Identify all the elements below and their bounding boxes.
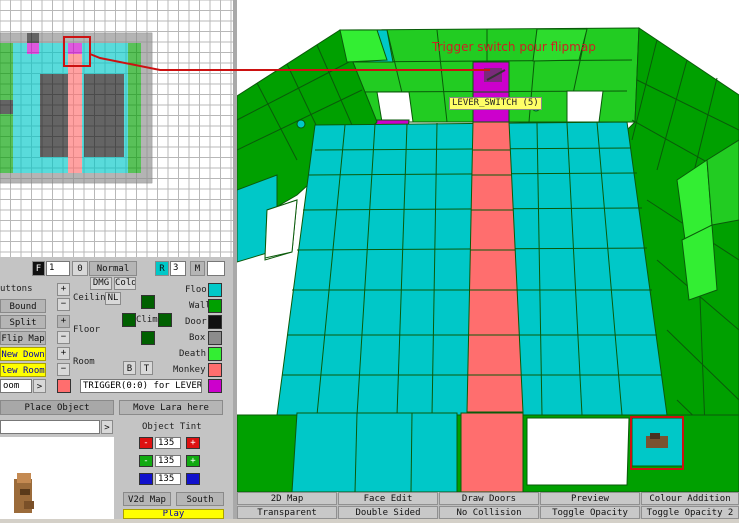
tint-red-value[interactable]: 135 [155,437,181,449]
climb-west-swatch[interactable] [122,313,136,327]
room-grid-2d[interactable] [0,0,234,257]
flip-map-button[interactable]: Flip Map [0,331,46,345]
legend-trigger-swatch[interactable] [208,379,222,393]
cold-button[interactable]: Cold [114,277,136,290]
bottom-toolbar: 2D Map Face Edit Draw Doors Preview Colo… [237,492,739,519]
tint-green-minus[interactable]: - [139,455,153,467]
legend-death-label: Death [179,349,207,359]
normal-button[interactable]: Normal [89,261,137,276]
floor-minus-button[interactable]: − [57,331,70,344]
move-lara-button[interactable]: Move Lara here [119,400,223,415]
annotation-caption: Trigger switch pour flipmap [432,40,596,54]
draw-doors-button[interactable]: Draw Doors [439,492,539,505]
control-panel: F 1 0 Normal R 3 M uttons Bound Split Fl… [0,257,233,519]
face-edit-button[interactable]: Face Edit [338,492,438,505]
m-button[interactable]: M [190,261,205,276]
object-preview-image [14,473,34,513]
play-button[interactable]: Play [123,509,224,519]
room-field[interactable]: oom [0,379,32,393]
floor-plus-button[interactable]: + [57,315,70,328]
lever-tag-label: LEVER_SWITCH (5) [449,97,542,110]
toggle-opacity-2-button[interactable]: Toggle Opacity 2 [641,506,739,519]
room-plus-button[interactable]: + [57,347,70,360]
double-sided-button[interactable]: Double Sided [338,506,438,519]
split-button[interactable]: Split [0,315,46,329]
dmg-button[interactable]: DMG [90,277,112,290]
tint-blue-minus[interactable] [139,473,153,485]
legend-box-label: Box [189,333,206,343]
floor-label: Floor [73,325,101,335]
south-button[interactable]: South [176,492,224,506]
transparent-button[interactable]: Transparent [237,506,337,519]
bound-button[interactable]: Bound [0,299,46,313]
legend-monkey-label: Monkey [173,365,206,375]
tint-red-plus[interactable]: + [186,437,200,449]
climb-south-swatch[interactable] [141,331,155,345]
buttons-section-label: uttons [0,284,33,294]
legend-door-label: Door [185,317,207,327]
room-3d-canvas[interactable] [237,0,739,492]
climb-east-swatch[interactable] [158,313,172,327]
legend-floor-swatch[interactable] [208,283,222,297]
colour-addition-button[interactable]: Colour Addition [641,492,739,505]
m-field[interactable] [207,261,225,276]
place-object-button[interactable]: Place Object [0,400,114,415]
room-3d-view[interactable] [237,0,739,492]
r-button[interactable]: R [155,261,169,276]
tint-blue-plus[interactable] [186,473,200,485]
r-value-field[interactable]: 3 [170,261,186,276]
legend-wall-swatch[interactable] [208,299,222,313]
tint-green-value[interactable]: 135 [155,455,181,467]
new-room-button[interactable]: lew Room [0,363,46,377]
room-arrow-button[interactable]: > [33,379,46,393]
ceiling-plus-button[interactable]: + [57,283,70,296]
v2d-map-button[interactable]: V2d Map [123,492,171,506]
2d-map-button[interactable]: 2D Map [237,492,337,505]
object-list-field[interactable] [0,420,100,434]
monkey-swatch[interactable] [57,379,71,393]
climb-north-swatch[interactable] [141,295,155,309]
field-0[interactable]: 0 [72,261,88,276]
tint-green-plus[interactable]: + [186,455,200,467]
legend-death-swatch[interactable] [208,347,222,361]
light-marker-icon[interactable] [296,119,306,129]
b-button[interactable]: B [123,361,136,375]
no-collision-button[interactable]: No Collision [439,506,539,519]
room-minus-button[interactable]: − [57,363,70,376]
toggle-opacity-button[interactable]: Toggle Opacity [540,506,640,519]
tint-red-minus[interactable]: - [139,437,153,449]
legend-box-swatch[interactable] [208,331,222,345]
legend-monkey-swatch[interactable] [208,363,222,377]
preview-button[interactable]: Preview [540,492,640,505]
trigger-info-field: TRIGGER(0:0) for LEVER_S [80,379,202,393]
f-button[interactable]: F [32,261,45,276]
tint-blue-value[interactable]: 135 [155,473,181,485]
room-label: Room [73,357,95,367]
ceiling-minus-button[interactable]: − [57,298,70,311]
object-tint-title: Object Tint [142,422,202,432]
lever-switch-object[interactable] [484,68,506,82]
t-button[interactable]: T [140,361,153,375]
object-list-arrow[interactable]: > [101,420,113,434]
nl-button[interactable]: NL [105,292,121,305]
legend-door-swatch[interactable] [208,315,222,329]
room-grid-2d-canvas[interactable] [0,0,233,257]
new-down-button[interactable]: New Down [0,347,46,361]
object-preview [0,437,114,519]
field-1[interactable]: 1 [46,261,70,276]
